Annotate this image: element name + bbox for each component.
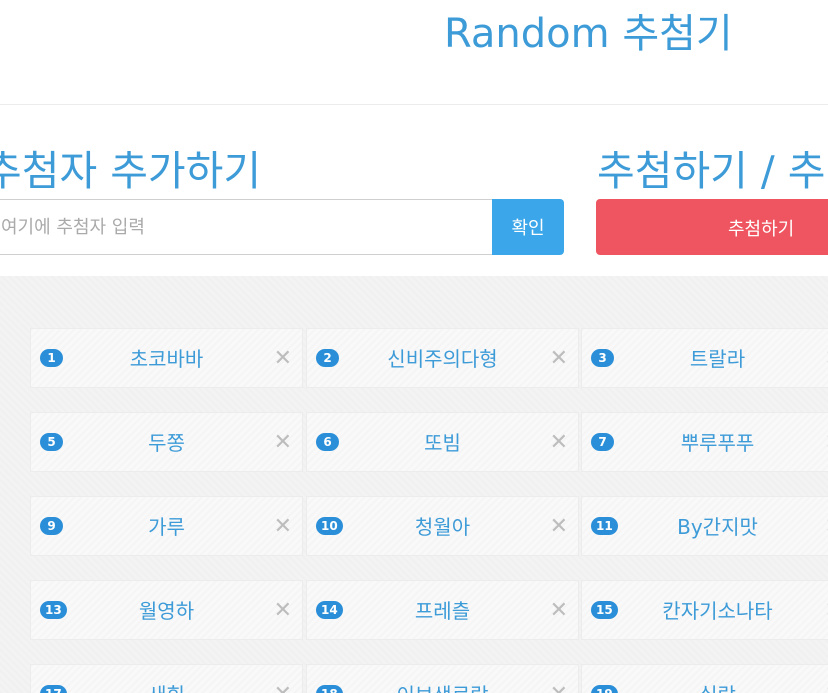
page-title: Random 추첨기 [444,11,733,57]
close-icon[interactable]: ✕ [550,431,568,455]
participant-card: 1 초코바바 ✕ [30,328,303,388]
participant-name: 초코바바 [129,347,204,371]
close-icon[interactable]: ✕ [274,431,292,455]
close-icon[interactable]: ✕ [825,347,828,371]
header-divider [0,104,828,105]
participant-card: 6 또빔 ✕ [306,412,579,472]
participant-name: 새힘 [51,683,282,693]
participant-name: 이브생로랑 [327,683,558,693]
participant-card: 3트랄라✕ [581,328,828,388]
participant-name: 트랄라 [689,347,746,371]
participant-card: 11By간지맛✕ [581,496,828,556]
close-icon[interactable]: ✕ [274,599,292,623]
participant-card: 10 청월아 ✕ [306,496,579,556]
participant-grid: 1초코바바✕ 2신비주의다형✕ 3트랄라✕ 5두쫑✕ 6또빔✕ 7뿌루푸푸✕ 9… [0,276,828,693]
participant-card: 17새힘✕ [30,664,303,693]
participant-name: 가루 [148,515,185,539]
participant-name: 두쫑 [148,431,185,455]
participant-name: 실랑 [602,683,828,693]
participant-input[interactable] [0,199,493,255]
close-icon[interactable]: ✕ [274,683,292,693]
participant-name: 청월아 [414,515,471,539]
close-icon[interactable]: ✕ [550,515,568,539]
draw-heading: 추첨하기 / 추 [597,147,826,195]
close-icon[interactable]: ✕ [550,599,568,623]
participant-card: 15칸자기소나타✕ [581,580,828,640]
close-icon[interactable]: ✕ [274,347,292,371]
close-icon[interactable]: ✕ [825,599,828,623]
participant-card: 19실랑✕ [581,664,828,693]
participant-name: 칸자기소나타 [662,599,773,623]
participant-card: 14 프레츨 ✕ [306,580,579,640]
draw-button-label: 추첨하기 [728,219,795,240]
close-icon[interactable]: ✕ [274,515,292,539]
draw-button[interactable]: 추첨하기 [596,199,828,255]
participant-name: 뿌루푸푸 [680,431,755,455]
close-icon[interactable]: ✕ [550,683,568,693]
participant-card: 2 신비주의다형 ✕ [306,328,579,388]
close-icon[interactable]: ✕ [825,515,828,539]
close-icon[interactable]: ✕ [550,347,568,371]
participant-name: By간지맛 [677,515,758,539]
participant-name: 신비주의다형 [387,347,498,371]
participant-card: 5 두쫑 ✕ [30,412,303,472]
confirm-button[interactable]: 확인 [492,199,564,255]
participant-card: 7뿌루푸푸✕ [581,412,828,472]
participant-name: 또빔 [424,431,461,455]
participant-name: 월영하 [138,599,195,623]
close-icon[interactable]: ✕ [825,683,828,693]
participant-card: 13 월영하 ✕ [30,580,303,640]
participant-card: 18이브생로랑✕ [306,664,579,693]
close-icon[interactable]: ✕ [825,431,828,455]
participant-card: 9 가루 ✕ [30,496,303,556]
participant-name: 프레츨 [414,599,471,623]
add-participant-heading: 추첨자 추가하기 [0,147,262,195]
